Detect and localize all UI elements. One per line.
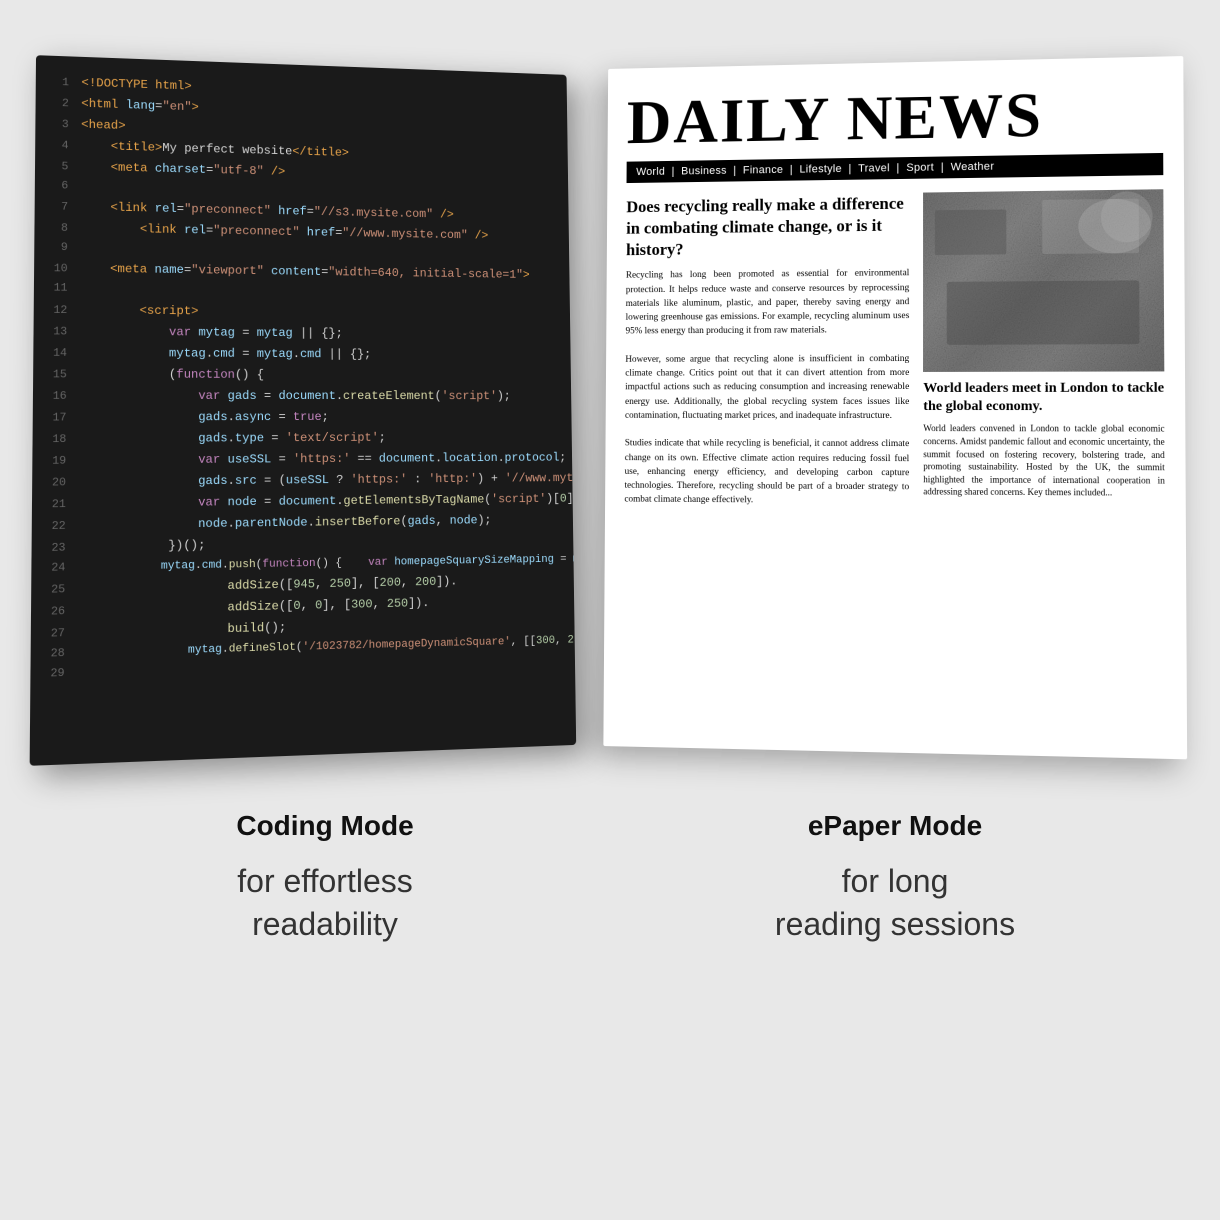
epaper-mode-subtitle: for longreading sessions bbox=[775, 860, 1015, 946]
line-num: 9 bbox=[43, 240, 68, 258]
line-num: 24 bbox=[40, 560, 66, 578]
newspaper-nav: World | Business | Finance | Lifestyle |… bbox=[627, 153, 1164, 183]
code-text: gads.src = (useSSL ? 'https:' : 'http:')… bbox=[79, 468, 577, 492]
code-panel: 1 <!DOCTYPE html> 2 <html lang="en"> 3 <hea… bbox=[30, 55, 577, 766]
line-num: 15 bbox=[42, 367, 67, 385]
bottom-section: Coding Mode for effortlessreadability eP… bbox=[0, 780, 1220, 1220]
nav-item-finance[interactable]: Finance bbox=[743, 164, 783, 176]
nav-item-lifestyle[interactable]: Lifestyle bbox=[799, 163, 841, 175]
line-num: 27 bbox=[39, 626, 65, 644]
line-num: 28 bbox=[39, 646, 65, 665]
line-num: 19 bbox=[41, 453, 66, 471]
line-num: 17 bbox=[41, 410, 66, 428]
nav-separator: | bbox=[896, 162, 899, 174]
code-text: var useSSL = 'https:' == document.locati… bbox=[79, 449, 567, 471]
line-num: 2 bbox=[44, 96, 69, 114]
line-num: 1 bbox=[44, 74, 69, 92]
line-num: 18 bbox=[41, 431, 66, 449]
nav-separator: | bbox=[941, 161, 944, 173]
line-num: 11 bbox=[42, 281, 67, 299]
code-text: <html lang="en"> bbox=[81, 95, 199, 117]
line-num: 22 bbox=[40, 518, 66, 536]
nav-item-sport[interactable]: Sport bbox=[906, 162, 934, 174]
code-text: var mytag = mytag || {}; bbox=[80, 322, 343, 343]
code-text: <!DOCTYPE html> bbox=[81, 74, 191, 96]
line-num: 4 bbox=[43, 138, 68, 156]
coding-mode-col: Coding Mode for effortlessreadability bbox=[40, 790, 610, 1180]
side-article: World leaders meet in London to tackle t… bbox=[923, 189, 1165, 510]
nav-item-travel[interactable]: Travel bbox=[858, 162, 890, 174]
line-num: 12 bbox=[42, 302, 67, 320]
line-num: 23 bbox=[40, 540, 66, 558]
line-num: 5 bbox=[43, 159, 68, 177]
line-num: 3 bbox=[44, 117, 69, 135]
newspaper-panel: DAILY NEWS World | Business | Finance | … bbox=[603, 56, 1187, 759]
nav-separator: | bbox=[733, 165, 736, 177]
line-num: 20 bbox=[41, 475, 66, 493]
line-num: 14 bbox=[42, 345, 67, 363]
code-text: (function() { bbox=[79, 365, 264, 384]
epaper-mode-col: ePaper Mode for longreading sessions bbox=[610, 790, 1180, 1180]
main-article-body: Recycling has long been promoted as esse… bbox=[624, 267, 909, 509]
code-text: mytag.cmd = mytag.cmd || {}; bbox=[79, 343, 371, 363]
code-text: gads.async = true; bbox=[79, 408, 329, 427]
coding-mode-title: Coding Mode bbox=[236, 810, 413, 842]
nav-separator: | bbox=[672, 166, 675, 178]
nav-separator: | bbox=[849, 163, 852, 175]
line-num: 13 bbox=[42, 324, 67, 342]
newspaper-content: Does recycling really make a difference … bbox=[624, 189, 1165, 510]
nav-item-business[interactable]: Business bbox=[681, 165, 727, 177]
epaper-mode-title: ePaper Mode bbox=[808, 810, 982, 842]
code-text: gads.type = 'text/script'; bbox=[79, 429, 386, 449]
line-num: 6 bbox=[43, 178, 68, 196]
side-image bbox=[923, 189, 1164, 372]
newspaper-title: DAILY NEWS bbox=[627, 81, 1163, 154]
nav-item-world[interactable]: World bbox=[636, 166, 665, 178]
coding-mode-subtitle: for effortlessreadability bbox=[237, 860, 412, 946]
side-article-body: World leaders convened in London to tack… bbox=[923, 422, 1165, 499]
line-num: 7 bbox=[43, 199, 68, 217]
line-num: 16 bbox=[41, 388, 66, 406]
line-num: 25 bbox=[40, 582, 66, 600]
line-num: 21 bbox=[40, 497, 66, 515]
nav-item-weather[interactable]: Weather bbox=[951, 161, 995, 174]
code-text: })(); bbox=[78, 536, 205, 557]
top-section: 1 <!DOCTYPE html> 2 <html lang="en"> 3 <hea… bbox=[0, 0, 1220, 780]
code-text: var gads = document.createElement('scrip… bbox=[79, 386, 511, 405]
line-num: 8 bbox=[43, 221, 68, 239]
code-text: <script> bbox=[80, 300, 199, 320]
line-num: 29 bbox=[39, 666, 65, 685]
nav-separator: | bbox=[790, 164, 793, 176]
line-num: 26 bbox=[39, 604, 65, 622]
line-num: 10 bbox=[42, 261, 67, 279]
main-article-headline: Does recycling really make a difference … bbox=[626, 193, 909, 262]
code-text: <head> bbox=[81, 116, 126, 136]
main-article: Does recycling really make a difference … bbox=[624, 193, 909, 509]
side-article-headline: World leaders meet in London to tackle t… bbox=[923, 380, 1164, 417]
side-image-inner bbox=[923, 189, 1164, 372]
